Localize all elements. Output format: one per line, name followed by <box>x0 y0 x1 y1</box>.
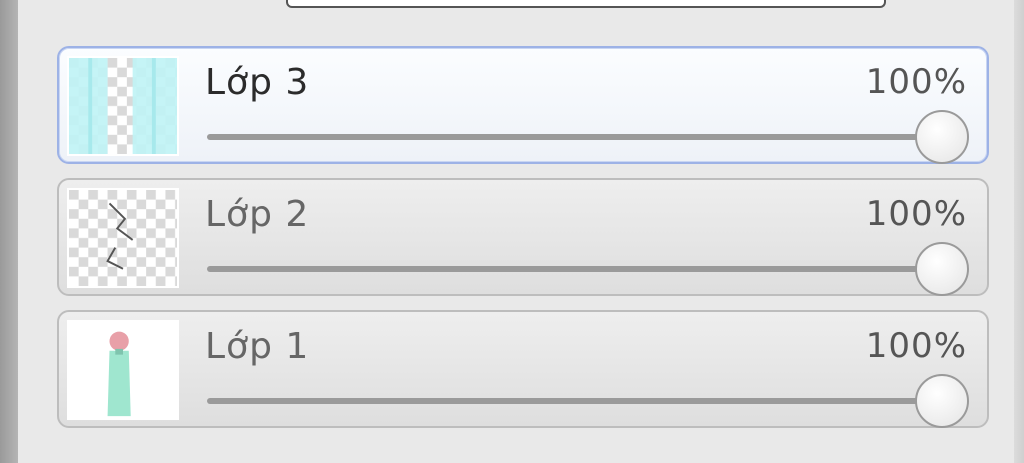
layer-list: Lớp 3 100% Lớp 2 100% Lớp 1 100% <box>57 46 989 442</box>
panel-scrollbar[interactable] <box>1014 0 1024 463</box>
layer-name[interactable]: Lớp 2 <box>205 194 309 235</box>
opacity-slider-track[interactable] <box>207 266 947 272</box>
layer-thumbnail-3 <box>67 56 179 156</box>
layer-row-2[interactable]: Lớp 2 100% <box>57 178 989 296</box>
layer-row-3[interactable]: Lớp 3 100% <box>57 46 989 164</box>
layer-opacity-value: 100% <box>865 194 967 234</box>
layer-name[interactable]: Lớp 3 <box>205 62 309 103</box>
layer-opacity-value: 100% <box>865 326 967 366</box>
blend-mode-field[interactable] <box>286 0 886 8</box>
opacity-slider-track[interactable] <box>207 134 947 140</box>
panel-left-border <box>0 0 18 463</box>
opacity-slider-knob[interactable] <box>915 242 969 296</box>
opacity-slider-knob[interactable] <box>915 374 969 428</box>
layer-name[interactable]: Lớp 1 <box>205 326 309 367</box>
layer-thumbnail-1 <box>67 320 179 420</box>
layer-opacity-value: 100% <box>865 62 967 102</box>
opacity-slider-knob[interactable] <box>915 110 969 164</box>
layer-row-1[interactable]: Lớp 1 100% <box>57 310 989 428</box>
opacity-slider-track[interactable] <box>207 398 947 404</box>
layer-thumbnail-2 <box>67 188 179 288</box>
